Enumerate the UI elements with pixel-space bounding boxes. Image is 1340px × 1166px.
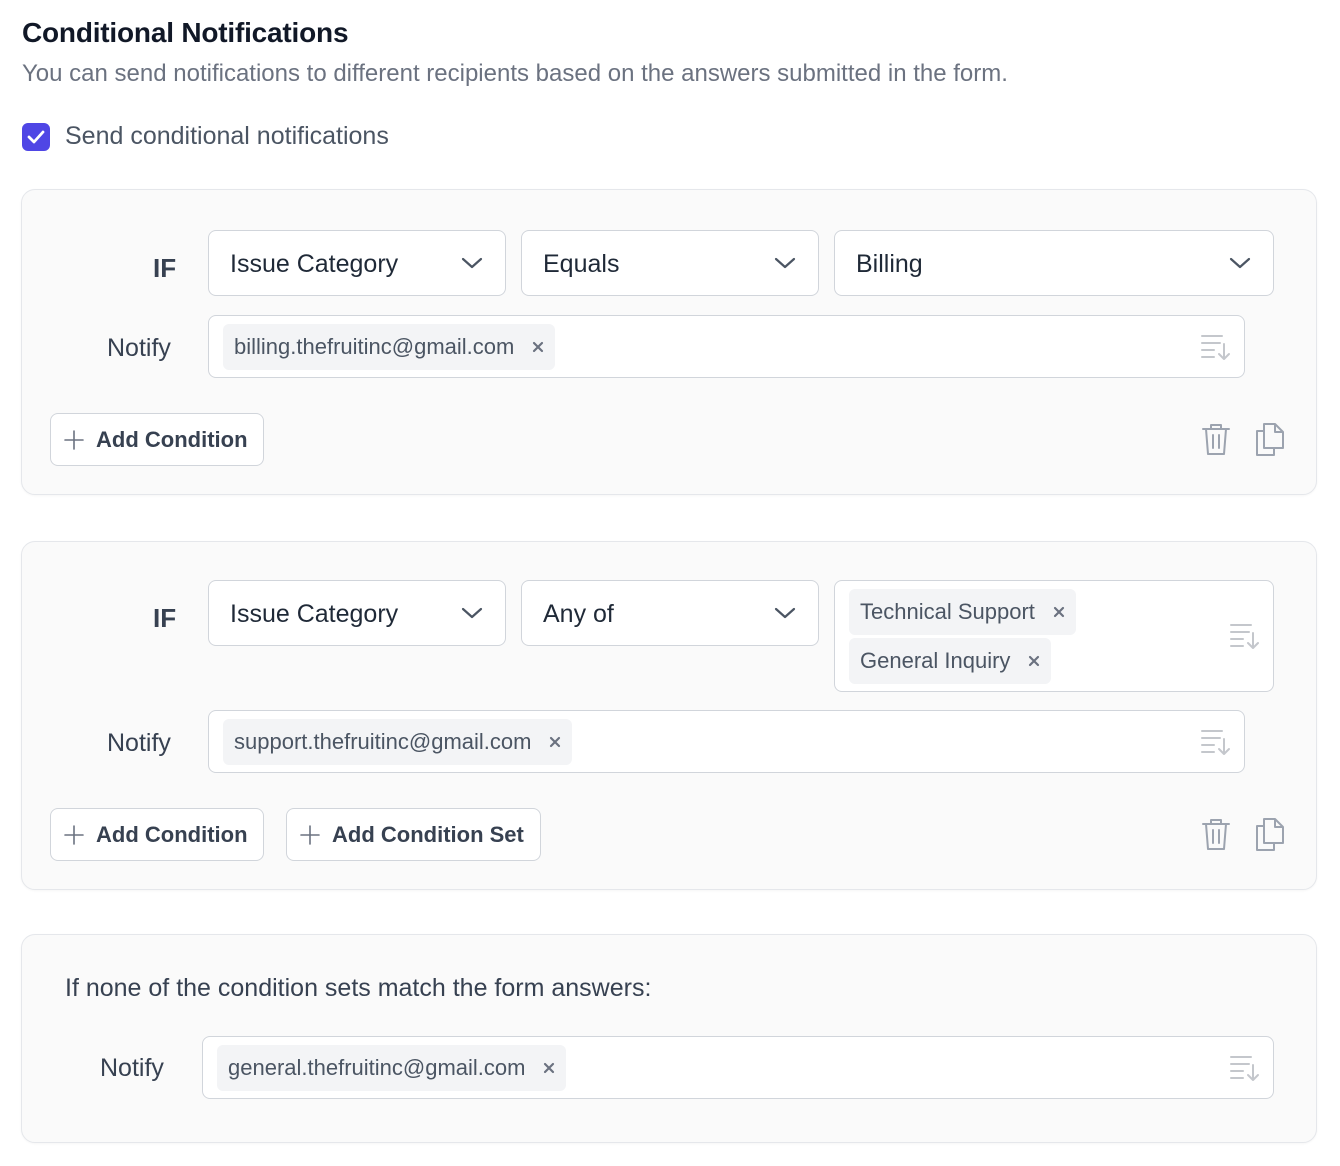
close-icon[interactable]	[549, 736, 561, 748]
notify-label: Notify	[100, 1054, 164, 1082]
value-chip: Technical Support	[849, 589, 1076, 635]
add-condition-set-label: Add Condition Set	[332, 821, 524, 847]
chevron-down-icon	[774, 607, 796, 619]
values-multiselect[interactable]: Technical Support General Inquiry	[834, 580, 1274, 692]
close-icon[interactable]	[1028, 655, 1040, 667]
close-icon[interactable]	[532, 341, 544, 353]
trash-icon[interactable]	[1201, 422, 1231, 456]
page-title: Conditional Notifications	[22, 17, 349, 48]
checkbox-checked[interactable]	[22, 122, 50, 151]
value-select-value: Billing	[856, 250, 923, 278]
value-chip: General Inquiry	[849, 638, 1052, 684]
plus-icon	[64, 429, 84, 450]
plus-icon	[300, 824, 320, 845]
value-select[interactable]: Billing	[834, 230, 1274, 296]
copy-icon[interactable]	[1255, 817, 1285, 851]
field-select[interactable]: Issue Category	[208, 580, 506, 646]
field-select-value: Issue Category	[230, 600, 399, 628]
plus-icon	[64, 824, 84, 845]
chevron-down-icon	[461, 607, 483, 619]
if-label: IF	[153, 603, 177, 633]
chevron-down-icon	[461, 257, 483, 269]
recipient-chip: billing.thefruitinc@gmail.com	[223, 324, 556, 370]
send-conditional-notifications-toggle[interactable]: Send conditional notifications	[22, 122, 389, 151]
close-icon[interactable]	[543, 1062, 555, 1074]
recipient-chip: support.thefruitinc@gmail.com	[223, 719, 573, 765]
if-label: IF	[153, 253, 177, 283]
sort-descending-icon[interactable]	[1229, 1053, 1261, 1083]
recipient-email: general.thefruitinc@gmail.com	[228, 1055, 526, 1080]
copy-icon[interactable]	[1255, 422, 1285, 456]
condition-set-2: IF Issue Category Any of Technical Suppo…	[21, 541, 1317, 890]
page-subtitle: You can send notifications to different …	[22, 60, 1008, 87]
value-chip-text: Technical Support	[860, 599, 1035, 624]
checkmark-icon	[27, 130, 45, 143]
recipients-input[interactable]: support.thefruitinc@gmail.com	[208, 710, 1245, 773]
checkbox-label: Send conditional notifications	[65, 122, 389, 150]
add-condition-button[interactable]: Add Condition	[50, 808, 264, 861]
close-icon[interactable]	[1053, 606, 1065, 618]
recipient-chip: general.thefruitinc@gmail.com	[217, 1045, 567, 1091]
fallback-set: If none of the condition sets match the …	[21, 934, 1317, 1143]
notify-label: Notify	[107, 729, 171, 757]
notify-label: Notify	[107, 334, 171, 362]
add-condition-label: Add Condition	[96, 821, 248, 847]
operator-select-value: Equals	[543, 250, 620, 278]
recipients-input[interactable]: billing.thefruitinc@gmail.com	[208, 315, 1245, 378]
operator-select-value: Any of	[543, 600, 614, 628]
operator-select[interactable]: Any of	[521, 580, 819, 646]
recipient-email: support.thefruitinc@gmail.com	[234, 729, 532, 754]
chevron-down-icon	[1229, 257, 1251, 269]
add-condition-button[interactable]: Add Condition	[50, 413, 264, 466]
chevron-down-icon	[774, 257, 796, 269]
field-select[interactable]: Issue Category	[208, 230, 506, 296]
value-chip-text: General Inquiry	[860, 648, 1011, 673]
operator-select[interactable]: Equals	[521, 230, 819, 296]
trash-icon[interactable]	[1201, 817, 1231, 851]
sort-descending-icon[interactable]	[1200, 727, 1232, 757]
sort-descending-icon[interactable]	[1229, 621, 1261, 651]
sort-descending-icon[interactable]	[1200, 332, 1232, 362]
fallback-description: If none of the condition sets match the …	[65, 974, 652, 1002]
recipients-input[interactable]: general.thefruitinc@gmail.com	[202, 1036, 1274, 1099]
add-condition-label: Add Condition	[96, 426, 248, 452]
field-select-value: Issue Category	[230, 250, 399, 278]
condition-set-1: IF Issue Category Equals Billing Notify …	[21, 189, 1317, 495]
recipient-email: billing.thefruitinc@gmail.com	[234, 334, 515, 359]
add-condition-set-button[interactable]: Add Condition Set	[286, 808, 541, 861]
